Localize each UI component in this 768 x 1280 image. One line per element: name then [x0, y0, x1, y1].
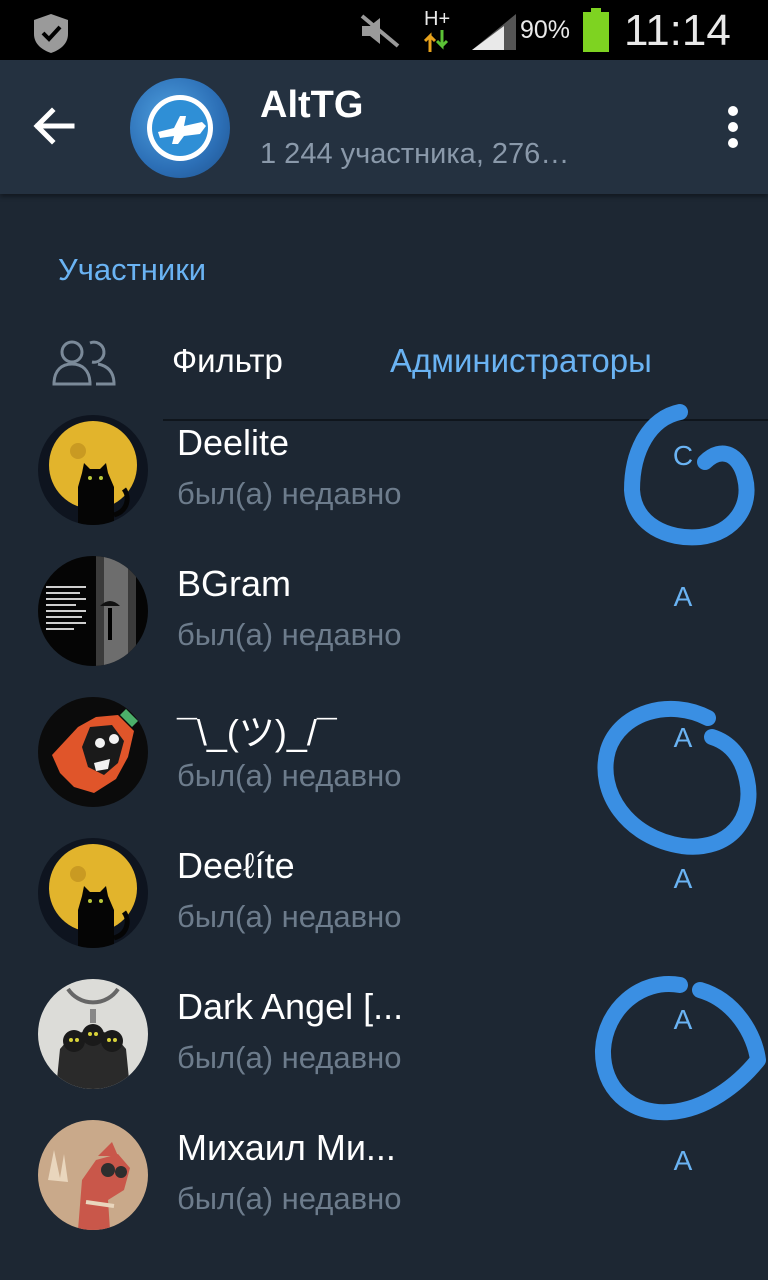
app-bar: AltTG 1 244 участника, 276…: [0, 60, 768, 194]
member-status: был(а) недавно: [177, 476, 402, 511]
network-type: H+: [424, 8, 451, 30]
member-name: ¯\_(ツ)_/¯: [177, 712, 337, 753]
clock: 11:14: [624, 6, 731, 55]
member-row[interactable]: Deelite был(а) недавно C: [0, 400, 768, 540]
status-bar: H+ 90% 11:14: [0, 0, 768, 60]
back-arrow-icon[interactable]: [28, 100, 80, 152]
more-options-icon[interactable]: [720, 104, 746, 150]
members-icon: [52, 340, 116, 386]
member-row[interactable]: Михаил Ми... был(а) недавно A: [0, 1105, 768, 1245]
role-badge: A: [673, 1004, 693, 1035]
battery-percent: 90%: [520, 16, 571, 44]
member-name: BGram: [177, 563, 292, 604]
role-badge: A: [673, 581, 693, 612]
member-avatar: [38, 979, 148, 1089]
member-status: был(а) недавно: [177, 899, 402, 934]
member-avatar: [38, 1120, 148, 1230]
chat-title[interactable]: AltTG: [260, 84, 363, 127]
member-avatar: [38, 556, 148, 666]
member-row[interactable]: Dark Angel [... был(а) недавно A: [0, 964, 768, 1104]
member-row[interactable]: Deeℓíte был(а) недавно A: [0, 823, 768, 963]
member-status: был(а) недавно: [177, 758, 402, 793]
member-name: Deelite: [177, 422, 290, 463]
member-status: был(а) недавно: [177, 1181, 402, 1216]
data-transfer-icon: [424, 30, 449, 52]
role-badge: C: [672, 440, 694, 471]
signal-icon: [472, 14, 516, 50]
battery-icon: [583, 8, 609, 52]
section-title: Участники: [58, 252, 207, 287]
filter-dropdown[interactable]: Администраторы: [390, 342, 652, 380]
member-avatar: [38, 697, 148, 807]
member-status: был(а) недавно: [177, 1040, 402, 1075]
member-avatar: [38, 415, 148, 525]
role-badge: A: [673, 863, 693, 894]
member-name: Dark Angel [...: [177, 986, 404, 1027]
role-badge: A: [673, 1145, 693, 1176]
member-name: Deeℓíte: [177, 845, 295, 886]
member-row[interactable]: ¯\_(ツ)_/¯ был(а) недавно A: [0, 682, 768, 822]
member-status: был(а) недавно: [177, 617, 402, 652]
role-badge: A: [673, 722, 693, 753]
member-avatar: [38, 838, 148, 948]
chat-avatar[interactable]: [130, 78, 230, 178]
member-name: Михаил Ми...: [177, 1127, 396, 1168]
member-row[interactable]: BGram был(а) недавно A: [0, 541, 768, 681]
plane-logo-icon: [147, 95, 213, 161]
filter-label: Фильтр: [172, 342, 283, 379]
chat-subtitle: 1 244 участника, 276…: [260, 138, 570, 170]
shield-icon: [34, 14, 68, 53]
mute-icon: [360, 14, 400, 48]
